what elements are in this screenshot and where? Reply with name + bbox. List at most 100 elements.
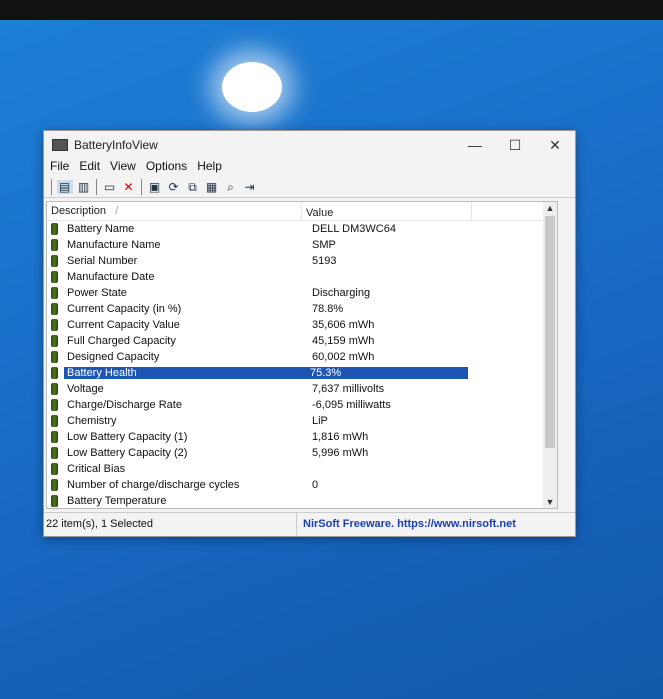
status-item-count: 22 item(s), 1 Selected bbox=[46, 518, 153, 530]
list-rows: Battery Name DELL DM3WC64 Manufacture Name… bbox=[47, 221, 557, 509]
item-description: Current Capacity (in %) bbox=[67, 303, 182, 315]
scroll-down-icon[interactable]: ▼ bbox=[543, 497, 557, 507]
battery-icon bbox=[51, 415, 58, 427]
column-label: Description bbox=[51, 205, 107, 217]
item-value: LiP bbox=[312, 415, 328, 427]
list-item[interactable]: Power State Discharging bbox=[47, 285, 557, 301]
battery-icon bbox=[51, 447, 58, 459]
toolbar: ▤ ▥ ▭ ✕ ▣ ⟳ ⧉ ▦ ⌕ ⇥ bbox=[44, 177, 575, 198]
column-header-description[interactable]: Description / bbox=[47, 202, 301, 220]
list-item[interactable]: Battery Health 75.3% bbox=[47, 365, 557, 381]
battery-icon bbox=[51, 351, 58, 363]
vertical-scrollbar[interactable]: ▲ ▼ bbox=[543, 202, 557, 508]
battery-icon bbox=[51, 463, 58, 475]
list-item[interactable]: Designed Capacity 60,002 mWh bbox=[47, 349, 557, 365]
item-description: Charge/Discharge Rate bbox=[67, 399, 182, 411]
close-button[interactable]: ✕ bbox=[535, 137, 575, 154]
item-description: Number of charge/discharge cycles bbox=[67, 479, 240, 491]
list-item[interactable]: Serial Number 5193 bbox=[47, 253, 557, 269]
item-description: Battery Temperature bbox=[67, 495, 167, 507]
list-item[interactable]: Critical Bias bbox=[47, 461, 557, 477]
sort-indicator-icon: / bbox=[115, 205, 119, 217]
menu-view[interactable]: View bbox=[110, 159, 136, 177]
view-icon[interactable]: ▤ bbox=[56, 180, 73, 194]
menu-edit[interactable]: Edit bbox=[79, 159, 100, 177]
item-description: Battery Name bbox=[67, 223, 135, 235]
battery-icon bbox=[51, 431, 58, 443]
battery-icon bbox=[51, 479, 58, 491]
list-item[interactable]: Battery Name DELL DM3WC64 bbox=[47, 221, 557, 237]
item-description: Low Battery Capacity (1) bbox=[67, 431, 188, 443]
scroll-up-icon[interactable]: ▲ bbox=[543, 203, 557, 213]
scrollbar-thumb[interactable] bbox=[545, 216, 555, 448]
delete-icon[interactable]: ✕ bbox=[121, 180, 137, 194]
item-description: Full Charged Capacity bbox=[67, 335, 176, 347]
list-header: Description / Value bbox=[47, 202, 557, 221]
list-item[interactable]: Low Battery Capacity (2) 5,996 mWh bbox=[47, 445, 557, 461]
battery-icon bbox=[51, 367, 58, 379]
window-icon[interactable]: ▭ bbox=[102, 180, 118, 194]
item-value: DELL DM3WC64 bbox=[312, 223, 396, 235]
item-description: Chemistry bbox=[67, 415, 117, 427]
item-value: 75.3% bbox=[304, 367, 468, 379]
window-title: BatteryInfoView bbox=[74, 138, 158, 152]
properties-icon[interactable]: ▦ bbox=[204, 180, 220, 194]
minimize-button[interactable]: — bbox=[455, 137, 495, 153]
menu-options[interactable]: Options bbox=[146, 159, 187, 177]
nirsoft-link[interactable]: NirSoft Freeware. https://www.nirsoft.ne… bbox=[296, 513, 516, 535]
battery-info-list[interactable]: Description / Value Battery Name DELL DM3… bbox=[46, 201, 558, 509]
item-value: 1,816 mWh bbox=[312, 431, 369, 443]
list-item[interactable]: Full Charged Capacity 45,159 mWh bbox=[47, 333, 557, 349]
battery-icon bbox=[51, 255, 58, 267]
save-icon[interactable]: ▣ bbox=[147, 180, 163, 194]
batteryinfoview-window: BatteryInfoView — ☐ ✕ File Edit View Option… bbox=[43, 130, 576, 537]
exit-icon[interactable]: ⇥ bbox=[242, 180, 258, 194]
list-item[interactable]: Number of charge/discharge cycles 0 bbox=[47, 477, 557, 493]
list-item[interactable]: Voltage 7,637 millivolts bbox=[47, 381, 557, 397]
item-value: 0 bbox=[312, 479, 319, 491]
item-description: Manufacture Date bbox=[67, 271, 155, 283]
battery-icon bbox=[51, 287, 58, 299]
item-description: Serial Number bbox=[67, 255, 138, 267]
battery-icon bbox=[51, 399, 58, 411]
maximize-button[interactable]: ☐ bbox=[495, 137, 535, 154]
find-icon[interactable]: ⌕ bbox=[223, 180, 239, 194]
item-value: SMP bbox=[312, 239, 336, 251]
screen-glare bbox=[222, 62, 282, 112]
toolbar-separator bbox=[51, 179, 52, 195]
list-item[interactable]: Manufacture Date bbox=[47, 269, 557, 285]
menu-file[interactable]: File bbox=[50, 159, 69, 177]
item-description: Critical Bias bbox=[67, 463, 126, 475]
menu-help[interactable]: Help bbox=[197, 159, 222, 177]
battery-icon bbox=[51, 335, 58, 347]
item-value: 5,996 mWh bbox=[312, 447, 369, 459]
list-item[interactable]: Current Capacity (in %) 78.8% bbox=[47, 301, 557, 317]
item-value: -6,095 milliwatts bbox=[312, 399, 391, 411]
list-item[interactable]: Charge/Discharge Rate -6,095 milliwatts bbox=[47, 397, 557, 413]
battery-icon bbox=[51, 383, 58, 395]
refresh-icon[interactable]: ⟳ bbox=[166, 180, 182, 194]
item-description: Low Battery Capacity (2) bbox=[67, 447, 188, 459]
list-item[interactable]: Current Capacity Value 35,606 mWh bbox=[47, 317, 557, 333]
app-icon bbox=[52, 139, 68, 151]
item-description: Battery Health bbox=[64, 367, 304, 379]
toolbar-separator bbox=[96, 179, 97, 195]
list-item[interactable]: Chemistry LiP bbox=[47, 413, 557, 429]
copy-icon[interactable]: ⧉ bbox=[185, 180, 201, 194]
list-item[interactable]: Battery Temperature bbox=[47, 493, 557, 509]
list-item[interactable]: Manufacture Name SMP bbox=[47, 237, 557, 253]
item-description: Designed Capacity bbox=[67, 351, 160, 363]
item-value: 78.8% bbox=[312, 303, 344, 315]
battery-icon bbox=[51, 271, 58, 283]
list-item[interactable]: Low Battery Capacity (1) 1,816 mWh bbox=[47, 429, 557, 445]
status-bar: 22 item(s), 1 Selected NirSoft Freeware.… bbox=[44, 512, 575, 535]
item-description: Current Capacity Value bbox=[67, 319, 180, 331]
item-value: Discharging bbox=[312, 287, 371, 299]
item-value: 60,002 mWh bbox=[312, 351, 375, 363]
column-header-value[interactable]: Value bbox=[301, 202, 472, 220]
item-value: 45,159 mWh bbox=[312, 335, 375, 347]
item-value: 35,606 mWh bbox=[312, 319, 375, 331]
clipboard-icon[interactable]: ▥ bbox=[76, 180, 92, 194]
toolbar-separator bbox=[141, 179, 142, 195]
item-value: 7,637 millivolts bbox=[312, 383, 385, 395]
